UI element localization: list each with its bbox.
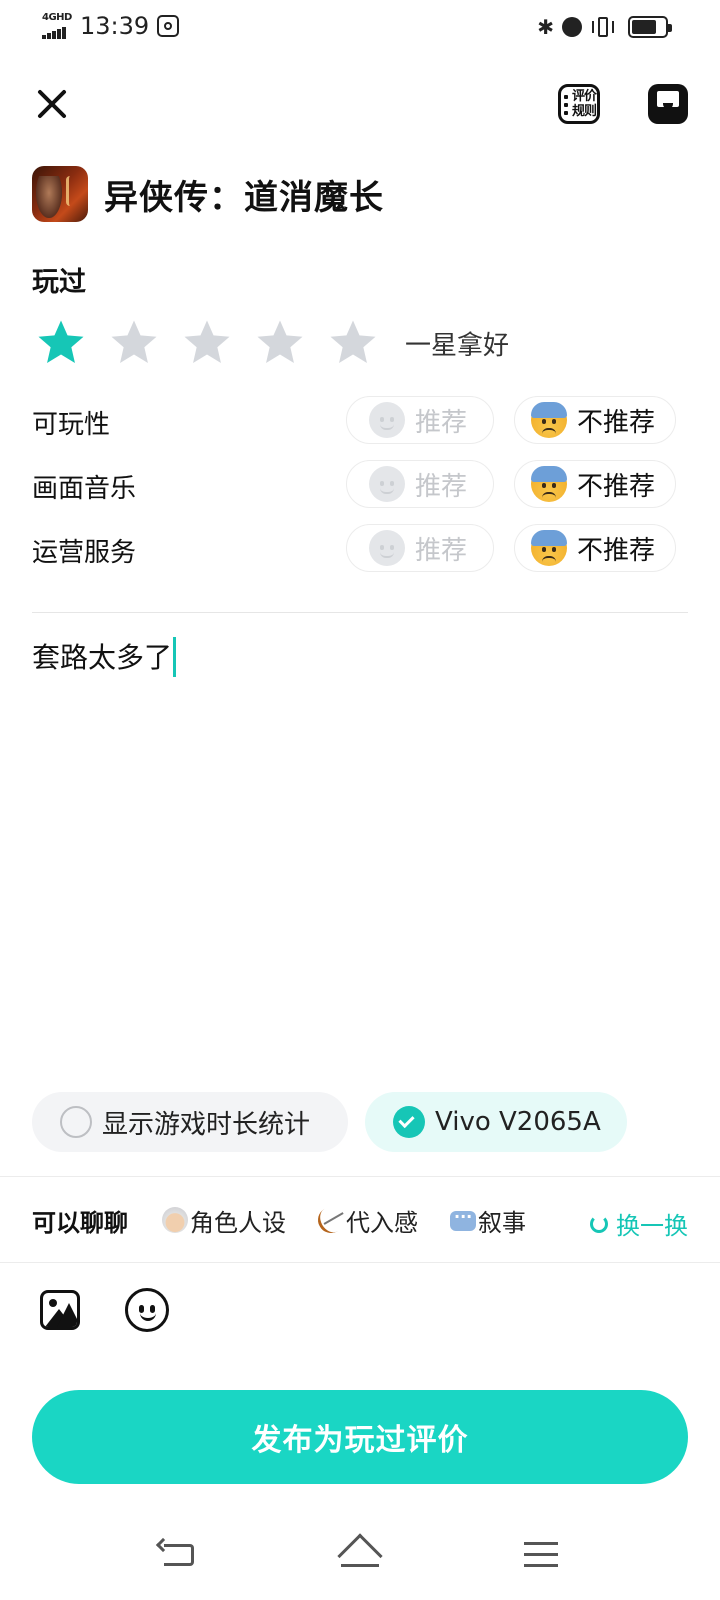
drafts-button[interactable] bbox=[648, 84, 688, 124]
aspect-row-graphics-music: 画面音乐 推荐 不推荐 bbox=[32, 460, 676, 508]
show-playtime-label: 显示游戏时长统计 bbox=[102, 1109, 311, 1140]
top-bar: 评价 规则 bbox=[0, 72, 720, 132]
aspect-label: 运营服务 bbox=[32, 538, 137, 568]
publish-review-button[interactable]: 发布为玩过评价 bbox=[32, 1390, 688, 1484]
recommend-label: 推荐 bbox=[415, 535, 468, 566]
nav-home-button[interactable] bbox=[337, 1533, 383, 1579]
star-icon bbox=[257, 320, 303, 364]
star-icon bbox=[38, 320, 84, 364]
signal-icon: 4GHD bbox=[42, 12, 74, 40]
recommend-button[interactable]: 推荐 bbox=[346, 396, 494, 444]
not-recommend-button[interactable]: 不推荐 bbox=[514, 460, 676, 508]
rules-icon bbox=[564, 95, 568, 119]
aspect-label: 可玩性 bbox=[32, 410, 111, 440]
app-notification-icon bbox=[157, 15, 180, 37]
worried-face-icon bbox=[531, 530, 567, 566]
topic-item-narrative[interactable]: 叙事 bbox=[450, 1203, 526, 1238]
review-text: 套路太多了 bbox=[32, 641, 173, 674]
game-title: 异侠传：道消魔长 bbox=[104, 177, 384, 218]
refresh-topics-button[interactable]: 换一换 bbox=[590, 1206, 688, 1241]
speech-bubble-emoji-icon bbox=[450, 1207, 476, 1231]
status-right: ✱ bbox=[529, 15, 672, 39]
bow-arrow-emoji-icon bbox=[313, 1202, 349, 1238]
bluetooth-icon: ✱ bbox=[537, 15, 554, 39]
close-button[interactable] bbox=[30, 82, 74, 126]
star-icon bbox=[330, 320, 376, 364]
recommend-label: 推荐 bbox=[415, 471, 468, 502]
refresh-icon bbox=[590, 1214, 608, 1233]
divider bbox=[32, 612, 688, 613]
topic-label: 代入感 bbox=[346, 1208, 418, 1237]
smile-face-icon bbox=[369, 530, 405, 566]
worried-face-icon bbox=[531, 466, 567, 502]
text-cursor bbox=[173, 637, 177, 677]
topic-label: 角色人设 bbox=[190, 1208, 286, 1237]
show-playtime-toggle[interactable]: 显示游戏时长统计 bbox=[32, 1092, 348, 1152]
recommend-button[interactable]: 推荐 bbox=[346, 524, 494, 572]
status-left: 4GHD 13:39 bbox=[42, 12, 180, 40]
smile-face-icon bbox=[369, 402, 405, 438]
game-header: 异侠传：道消魔长 bbox=[32, 166, 384, 222]
aspect-row-operations: 运营服务 推荐 不推荐 bbox=[32, 524, 676, 572]
smile-face-icon bbox=[369, 466, 405, 502]
star-icon bbox=[111, 320, 157, 364]
star-3[interactable] bbox=[178, 316, 236, 370]
status-bar: 4GHD 13:39 ✱ bbox=[0, 0, 720, 56]
topic-label: 叙事 bbox=[478, 1208, 526, 1237]
star-2[interactable] bbox=[105, 316, 163, 370]
star-icon bbox=[184, 320, 230, 364]
review-rules-button[interactable]: 评价 规则 bbox=[558, 84, 600, 124]
topic-item-character[interactable]: 角色人设 bbox=[162, 1203, 286, 1238]
played-label: 玩过 bbox=[32, 267, 86, 298]
not-recommend-label: 不推荐 bbox=[577, 471, 656, 502]
refresh-label: 换一换 bbox=[616, 1212, 688, 1240]
recommend-label: 推荐 bbox=[415, 407, 468, 438]
not-recommend-button[interactable]: 不推荐 bbox=[514, 396, 676, 444]
device-label: Vivo V2065A bbox=[435, 1107, 601, 1137]
network-type: 4GHD bbox=[42, 12, 72, 23]
publish-label: 发布为玩过评价 bbox=[251, 1423, 469, 1458]
review-text-input[interactable]: 套路太多了 bbox=[32, 636, 688, 1056]
status-time: 13:39 bbox=[80, 12, 150, 40]
menu-icon bbox=[524, 1542, 558, 1567]
insert-image-button[interactable] bbox=[40, 1290, 80, 1330]
device-toggle[interactable]: Vivo V2065A bbox=[365, 1092, 627, 1152]
nav-menu-button[interactable] bbox=[524, 1542, 558, 1568]
vibrate-icon bbox=[590, 16, 616, 38]
battery-icon bbox=[628, 16, 672, 38]
unchecked-circle-icon bbox=[60, 1106, 92, 1138]
not-recommend-button[interactable]: 不推荐 bbox=[514, 524, 676, 572]
alarm-icon bbox=[562, 17, 582, 37]
star-1[interactable] bbox=[32, 316, 90, 370]
divider bbox=[0, 1262, 720, 1263]
not-recommend-label: 不推荐 bbox=[577, 407, 656, 438]
star-5[interactable] bbox=[324, 316, 382, 370]
aspect-label: 画面音乐 bbox=[32, 474, 137, 504]
topic-title: 可以聊聊 bbox=[32, 1208, 128, 1237]
star-rating: 一星拿好 bbox=[32, 316, 509, 370]
insert-emoji-button[interactable] bbox=[125, 1288, 169, 1332]
divider bbox=[0, 1176, 720, 1177]
recommend-button[interactable]: 推荐 bbox=[346, 460, 494, 508]
aspect-row-gameplay: 可玩性 推荐 不推荐 bbox=[32, 396, 676, 444]
review-rules-label: 评价 规则 bbox=[572, 89, 597, 119]
game-icon bbox=[32, 166, 88, 222]
topic-item-immersion[interactable]: 代入感 bbox=[313, 1202, 418, 1238]
rating-text: 一星拿好 bbox=[405, 330, 510, 361]
worried-face-icon bbox=[531, 402, 567, 438]
star-4[interactable] bbox=[251, 316, 309, 370]
check-circle-icon bbox=[393, 1106, 425, 1138]
nav-back-button[interactable] bbox=[155, 1537, 194, 1568]
topic-suggestions: 可以聊聊 角色人设 代入感 叙事 换一换 bbox=[32, 1198, 688, 1242]
not-recommend-label: 不推荐 bbox=[577, 535, 656, 566]
person-emoji-icon bbox=[162, 1207, 188, 1233]
